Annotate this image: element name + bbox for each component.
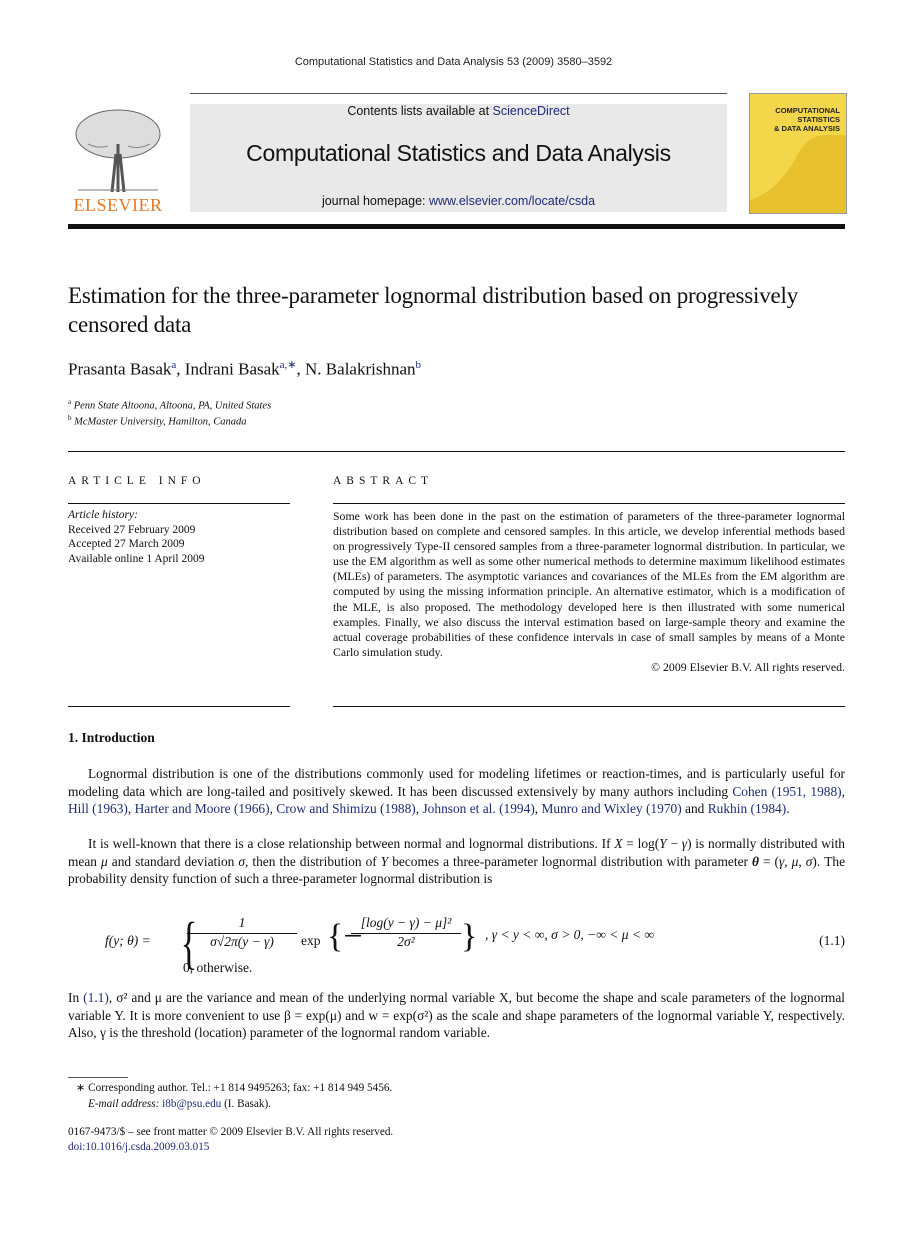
homepage-prefix: journal homepage: bbox=[321, 194, 429, 208]
citation-link[interactable]: Munro and Wixley (1970) bbox=[542, 801, 682, 816]
fraction-numerator: [log(y − γ) − μ]² bbox=[351, 915, 461, 934]
cover-title-line: & DATA ANALYSIS bbox=[774, 124, 840, 133]
affiliation-marker: b bbox=[68, 414, 72, 422]
intro-paragraph-3: In (1.1), σ² and μ are the variance and … bbox=[68, 989, 845, 1042]
article-history: Article history: Received 27 February 20… bbox=[68, 508, 204, 566]
affiliation-text: McMaster University, Hamilton, Canada bbox=[74, 416, 247, 428]
paragraph-text: In bbox=[68, 990, 84, 1005]
affiliation-marker: a bbox=[68, 398, 72, 406]
paragraph-text: and standard deviation bbox=[107, 853, 239, 869]
citation-link[interactable]: Cohen (1951, 1988) bbox=[732, 784, 841, 799]
author-name: N. Balakrishnan bbox=[305, 359, 416, 379]
citation-link[interactable]: Harter and Moore (1966) bbox=[135, 801, 270, 816]
accepted-date: Accepted 27 March 2009 bbox=[68, 538, 185, 550]
email-suffix: (I. Basak). bbox=[221, 1098, 271, 1110]
sciencedirect-link[interactable]: ScienceDirect bbox=[493, 104, 570, 118]
email-link[interactable]: i8b@psu.edu bbox=[162, 1098, 221, 1110]
equation-close-brace: } bbox=[461, 918, 478, 955]
equation-fraction: [log(y − γ) − μ]² 2σ² bbox=[351, 915, 461, 950]
author-name: Prasanta Basak bbox=[68, 359, 172, 379]
author-name: Indrani Basak bbox=[184, 359, 280, 379]
citation-link[interactable]: Johnson et al. (1994) bbox=[422, 801, 534, 816]
math-inline: θ bbox=[752, 853, 759, 869]
equation-condition: , γ < y < ∞, σ > 0, −∞ < μ < ∞ bbox=[485, 927, 655, 942]
email-label: E-mail address: bbox=[88, 1098, 163, 1110]
equation-exp: exp bbox=[301, 933, 321, 948]
math-inline: γ, μ, σ bbox=[779, 853, 813, 869]
equation-ref-link[interactable]: (1.1) bbox=[83, 990, 109, 1005]
equation-1-1: f(y; θ) = { 1 σ√2π(y − γ) exp {− [log(y … bbox=[105, 910, 845, 978]
fraction-numerator: 1 bbox=[187, 915, 297, 934]
doi-link[interactable]: doi:10.1016/j.csda.2009.03.015 bbox=[68, 1141, 209, 1153]
contents-line: Contents lists available at ScienceDirec… bbox=[190, 104, 727, 118]
citation-link[interactable]: Hill (1963) bbox=[68, 801, 128, 816]
received-date: Received 27 February 2009 bbox=[68, 523, 196, 536]
fraction-denominator: 2σ² bbox=[397, 934, 415, 949]
cover-title-line: STATISTICS bbox=[797, 115, 840, 124]
elsevier-wordmark: ELSEVIER bbox=[73, 195, 163, 215]
paragraph-text: It is well-known that there is a close r… bbox=[88, 836, 615, 851]
header-rule bbox=[190, 93, 727, 94]
running-head: Computational Statistics and Data Analys… bbox=[294, 56, 613, 68]
history-label: Article history: bbox=[68, 509, 138, 521]
affiliation: a Penn State Altoona, Altoona, PA, Unite… bbox=[68, 398, 271, 412]
tree-icon bbox=[75, 109, 161, 193]
footnote-rule bbox=[68, 1077, 128, 1078]
math-inline: Y bbox=[659, 836, 667, 851]
paragraph-text: , σ² and μ are the variance and mean of … bbox=[68, 990, 845, 1041]
doi-line: doi:10.1016/j.csda.2009.03.015 bbox=[68, 1140, 209, 1155]
author-list: Prasanta Basaka, Indrani Basaka,∗, N. Ba… bbox=[68, 359, 422, 379]
paragraph-text: becomes a three-parameter lognormal dist… bbox=[388, 853, 753, 869]
journal-title: Computational Statistics and Data Analys… bbox=[246, 140, 671, 166]
math-inline: γ bbox=[681, 836, 688, 851]
cover-curve-graphic bbox=[750, 134, 846, 213]
article-info-heading: ARTICLE INFO bbox=[68, 475, 206, 487]
affiliation-text: Penn State Altoona, Altoona, PA, United … bbox=[73, 400, 272, 412]
email-note: E-mail address: i8b@psu.edu (I. Basak). bbox=[88, 1097, 271, 1112]
section-divider bbox=[68, 451, 845, 452]
elsevier-logo: ELSEVIER bbox=[68, 104, 168, 216]
abstract-body: Some work has been done in the past on t… bbox=[333, 509, 845, 675]
abstract-heading: ABSTRACT bbox=[333, 475, 434, 487]
fraction-denominator: σ√2π(y − γ) bbox=[210, 934, 274, 949]
citation-link[interactable]: Crow and Shimizu (1988) bbox=[276, 801, 415, 816]
math-inline: σ bbox=[238, 853, 245, 869]
paragraph-text: Lognormal distribution is one of the dis… bbox=[68, 766, 845, 799]
article-info-rule bbox=[68, 503, 290, 504]
homepage-link[interactable]: www.elsevier.com/locate/csda bbox=[429, 194, 595, 208]
homepage-line: journal homepage: www.elsevier.com/locat… bbox=[190, 194, 727, 208]
abstract-bottom-rule bbox=[333, 706, 845, 707]
cover-title: COMPUTATIONAL STATISTICS & DATA ANALYSIS bbox=[774, 106, 840, 133]
equation-lhs: f(y; θ) = bbox=[105, 933, 151, 948]
intro-paragraph-2: It is well-known that there is a close r… bbox=[68, 836, 846, 887]
author-affil-link[interactable]: a,∗ bbox=[280, 359, 297, 371]
paragraph-text: , then the distribution of bbox=[244, 853, 381, 869]
abstract-rule bbox=[333, 503, 845, 504]
author-affil-link[interactable]: a bbox=[171, 359, 176, 371]
affiliation: b McMaster University, Hamilton, Canada bbox=[68, 414, 246, 428]
article-info-bottom-rule bbox=[68, 706, 290, 707]
online-date: Available online 1 April 2009 bbox=[68, 552, 205, 565]
section-heading-introduction: 1. Introduction bbox=[68, 730, 155, 745]
journal-banner: Contents lists available at ScienceDirec… bbox=[190, 104, 727, 212]
corresponding-author-note: ∗ Corresponding author. Tel.: +1 814 949… bbox=[76, 1082, 393, 1094]
math-inline: μ bbox=[101, 853, 108, 869]
equation-fraction: 1 σ√2π(y − γ) bbox=[187, 915, 297, 950]
intro-paragraph-1: Lognormal distribution is one of the dis… bbox=[68, 766, 845, 817]
journal-cover: COMPUTATIONAL STATISTICS & DATA ANALYSIS bbox=[749, 93, 847, 214]
citation-link[interactable]: Rukhin (1984) bbox=[708, 801, 786, 816]
article-title: Estimation for the three-parameter logno… bbox=[68, 283, 799, 337]
cover-title-line: COMPUTATIONAL bbox=[775, 106, 840, 115]
masthead-rule bbox=[68, 224, 845, 229]
contents-prefix: Contents lists available at bbox=[347, 104, 493, 118]
issn-line: 0167-9473/$ – see front matter © 2009 El… bbox=[68, 1126, 394, 1138]
author-affil-link[interactable]: b bbox=[416, 359, 422, 371]
equation-number: (1.1) bbox=[819, 933, 845, 948]
abstract-copyright: © 2009 Elsevier B.V. All rights reserved… bbox=[651, 659, 845, 674]
equation-otherwise: 0, otherwise. bbox=[183, 960, 253, 975]
math-inline: X bbox=[614, 836, 623, 851]
abstract-text: Some work has been done in the past on t… bbox=[333, 509, 845, 659]
